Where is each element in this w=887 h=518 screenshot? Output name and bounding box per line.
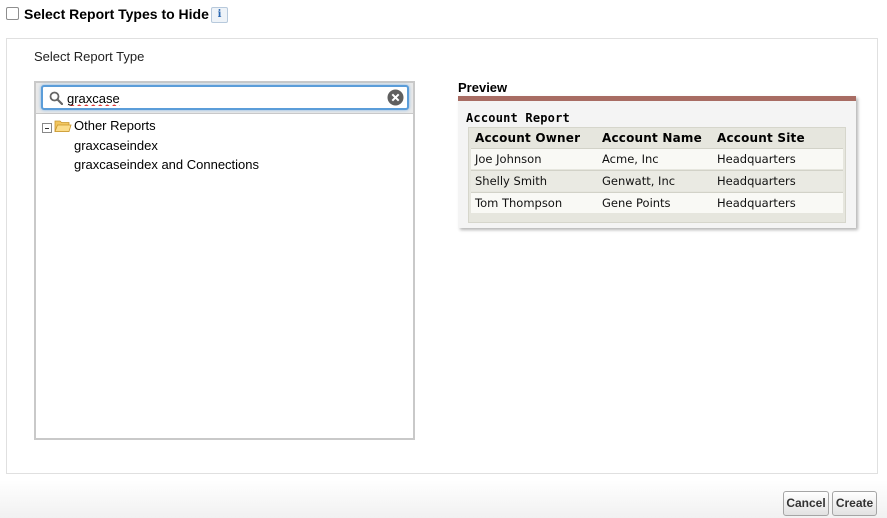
- hide-report-types-checkbox[interactable]: [6, 7, 19, 20]
- preview-column-header: Account Owner: [475, 131, 581, 145]
- tree-item-graxcaseindex-connections[interactable]: graxcaseindex and Connections: [74, 157, 259, 172]
- create-button[interactable]: Create: [832, 491, 877, 516]
- tree-folder-other-reports[interactable]: Other Reports: [74, 118, 156, 133]
- table-cell: Headquarters: [717, 196, 796, 210]
- table-row: Shelly Smith Genwatt, Inc Headquarters: [471, 170, 843, 191]
- report-type-tree: Other Reports graxcaseindex graxcaseinde…: [34, 81, 415, 440]
- search-bar: [36, 83, 413, 114]
- select-report-type-label: Select Report Type: [34, 49, 145, 64]
- clear-search-icon[interactable]: [387, 89, 404, 106]
- footer-bar: [0, 480, 887, 518]
- table-cell: Gene Points: [602, 196, 671, 210]
- preview-report-title: Account Report: [466, 111, 570, 125]
- preview-column-header: Account Name: [602, 131, 702, 145]
- search-field[interactable]: [41, 85, 409, 110]
- table-row: Tom Thompson Gene Points Headquarters: [471, 192, 843, 213]
- table-cell: Tom Thompson: [475, 196, 563, 210]
- table-cell: Headquarters: [717, 152, 796, 166]
- table-cell: Genwatt, Inc: [602, 174, 676, 188]
- preview-heading: Preview: [458, 80, 508, 95]
- preview-card: Account Report Account Owner Account Nam…: [458, 96, 856, 228]
- table-row: Joe Johnson Acme, Inc Headquarters: [471, 148, 843, 169]
- header-bar: Select Report Types to Hide i: [0, 0, 887, 32]
- preview-table: Account Owner Account Name Account Site …: [468, 127, 846, 223]
- search-icon: [49, 91, 63, 105]
- table-cell: Shelly Smith: [475, 174, 548, 188]
- folder-open-icon: [54, 120, 72, 132]
- preview-column-header: Account Site: [717, 131, 805, 145]
- search-input[interactable]: [67, 89, 382, 107]
- collapse-folder-icon[interactable]: [42, 123, 52, 133]
- info-icon[interactable]: i: [211, 7, 228, 23]
- tree-item-graxcaseindex[interactable]: graxcaseindex: [74, 138, 158, 153]
- table-cell: Joe Johnson: [475, 152, 542, 166]
- table-cell: Headquarters: [717, 174, 796, 188]
- page-title: Select Report Types to Hide: [24, 6, 209, 22]
- cancel-button[interactable]: Cancel: [783, 491, 829, 516]
- table-cell: Acme, Inc: [602, 152, 659, 166]
